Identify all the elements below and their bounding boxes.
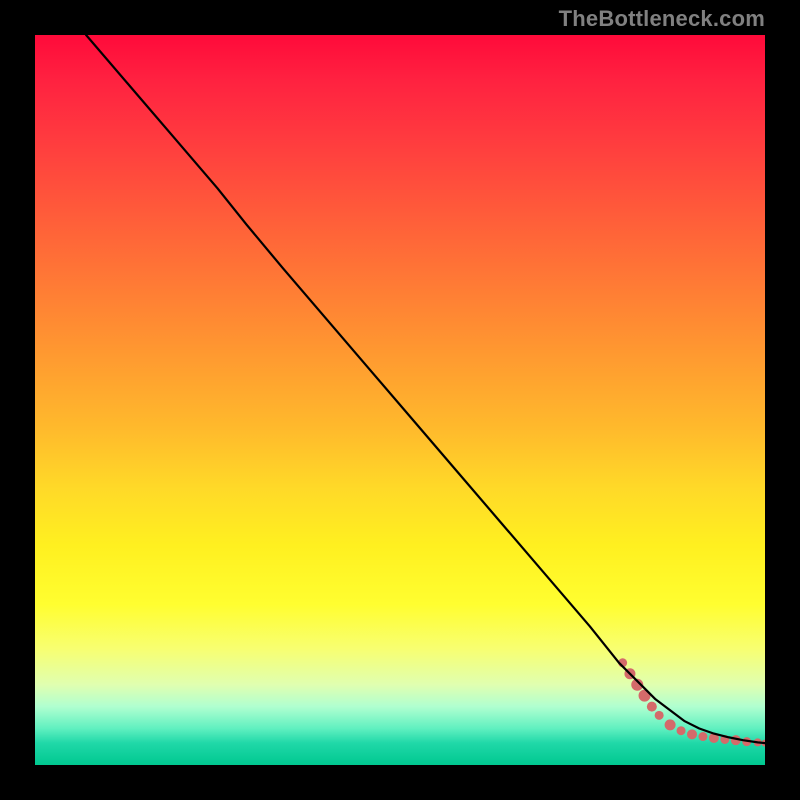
chart-overlay [35,35,765,765]
scatter-point [647,702,657,712]
scatter-group [618,658,765,746]
scatter-point [655,711,664,720]
plot-area [35,35,765,765]
scatter-point [687,729,697,739]
watermark-label: TheBottleneck.com [559,6,765,32]
scatter-point [665,719,676,730]
bottleneck-curve [86,35,765,743]
scatter-point [677,726,686,735]
scatter-point [698,732,707,741]
chart-stage: TheBottleneck.com [0,0,800,800]
